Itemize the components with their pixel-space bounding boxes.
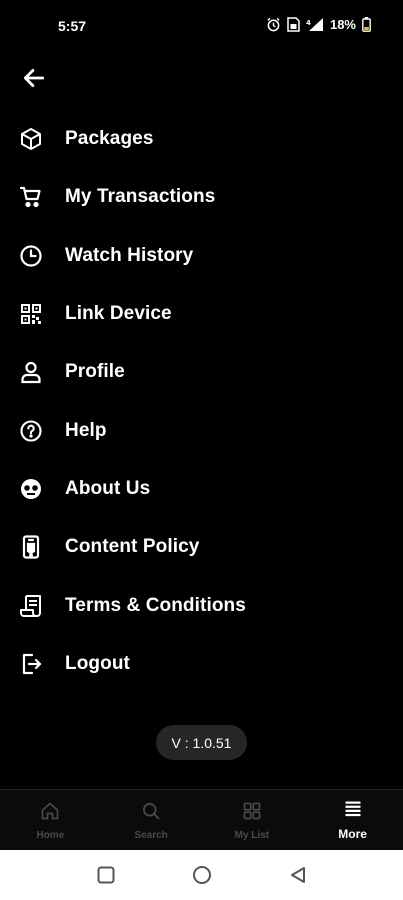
nav-more[interactable]: More bbox=[302, 790, 403, 851]
menu-item-content-policy[interactable]: Content Policy bbox=[0, 518, 403, 576]
menu-item-label: Logout bbox=[65, 652, 130, 674]
menu-item-label: Help bbox=[65, 419, 107, 441]
battery-icon bbox=[362, 17, 371, 32]
menu-item-label: About Us bbox=[65, 477, 151, 499]
svg-text:4: 4 bbox=[306, 19, 311, 27]
menu-item-logout[interactable]: Logout bbox=[0, 635, 403, 693]
back-button[interactable] bbox=[18, 64, 50, 96]
search-icon bbox=[141, 801, 161, 826]
about-icon bbox=[18, 476, 44, 502]
signal-icon: 4 bbox=[306, 17, 324, 32]
menu-item-label: Terms & Conditions bbox=[65, 594, 246, 616]
menu-item-terms-conditions[interactable]: Terms & Conditions bbox=[0, 576, 403, 634]
qr-code-icon bbox=[18, 301, 44, 327]
bottom-nav: Home Search My List More bbox=[0, 789, 403, 851]
package-icon bbox=[18, 126, 44, 152]
nav-home[interactable]: Home bbox=[0, 790, 101, 851]
logout-icon bbox=[18, 651, 44, 677]
nav-label: Home bbox=[36, 829, 65, 841]
alarm-icon bbox=[266, 17, 281, 32]
recents-icon[interactable] bbox=[94, 863, 118, 887]
status-bar: 5:57 4 18% bbox=[0, 0, 403, 52]
menu-item-link-device[interactable]: Link Device bbox=[0, 285, 403, 343]
menu-item-label: Packages bbox=[65, 128, 154, 150]
home-icon bbox=[40, 801, 60, 826]
status-time: 5:57 bbox=[58, 18, 87, 34]
arrow-left-icon bbox=[21, 65, 47, 96]
status-icons: 4 18% bbox=[266, 17, 371, 32]
menu-item-label: Profile bbox=[65, 361, 125, 383]
nav-label: My List bbox=[234, 829, 270, 841]
menu-item-label: My Transactions bbox=[65, 186, 216, 208]
sim-card-icon bbox=[287, 17, 300, 32]
list-icon bbox=[344, 800, 362, 823]
clock-icon bbox=[18, 243, 44, 269]
cart-icon bbox=[18, 184, 44, 210]
grid-icon bbox=[242, 801, 262, 826]
menu-item-help[interactable]: Help bbox=[0, 401, 403, 459]
scroll-icon bbox=[18, 593, 44, 619]
menu-item-label: Content Policy bbox=[65, 536, 200, 558]
system-nav-bar bbox=[0, 850, 403, 900]
menu-item-packages[interactable]: Packages bbox=[0, 110, 403, 168]
phone-document-icon bbox=[18, 534, 44, 560]
menu-item-label: Watch History bbox=[65, 244, 194, 266]
menu-list: Packages My Transactions Watch History L… bbox=[0, 110, 403, 693]
menu-item-watch-history[interactable]: Watch History bbox=[0, 227, 403, 285]
help-circle-icon bbox=[18, 418, 44, 444]
menu-item-about-us[interactable]: About Us bbox=[0, 460, 403, 518]
version-badge: V : 1.0.51 bbox=[156, 725, 247, 760]
back-triangle-icon[interactable] bbox=[286, 863, 310, 887]
user-icon bbox=[18, 359, 44, 385]
menu-item-label: Link Device bbox=[65, 303, 172, 325]
menu-item-my-transactions[interactable]: My Transactions bbox=[0, 168, 403, 226]
nav-label: Search bbox=[134, 829, 168, 841]
battery-percent: 18% bbox=[329, 17, 356, 32]
nav-my-list[interactable]: My List bbox=[202, 790, 303, 851]
home-circle-icon[interactable] bbox=[190, 863, 214, 887]
nav-label: More bbox=[338, 827, 367, 841]
nav-search[interactable]: Search bbox=[101, 790, 202, 851]
menu-item-profile[interactable]: Profile bbox=[0, 343, 403, 401]
